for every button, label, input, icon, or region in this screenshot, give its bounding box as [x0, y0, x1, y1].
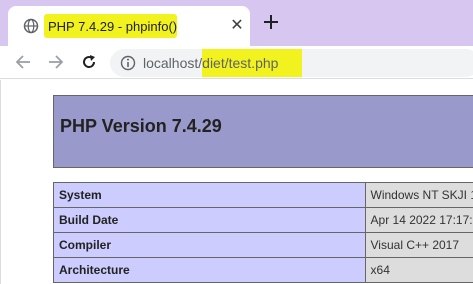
- row-label: Architecture: [53, 257, 366, 283]
- tab-title: PHP 7.4.29 - phpinfo(): [48, 19, 178, 34]
- close-icon[interactable]: ✕: [227, 16, 247, 36]
- url-path: diet/test.php: [202, 55, 279, 71]
- tab-strip: PHP 7.4.29 - phpinfo() ✕: [0, 0, 473, 46]
- url-host: localhost/: [143, 55, 203, 71]
- back-arrow-icon[interactable]: [14, 53, 32, 71]
- forward-arrow-icon[interactable]: [47, 53, 65, 71]
- row-label: System: [53, 182, 366, 208]
- table-row: System Windows NT SKJI 1: [53, 182, 473, 208]
- url-text: localhost/diet/test.php: [143, 55, 278, 71]
- address-bar[interactable]: localhost/diet/test.php: [110, 49, 473, 77]
- php-version-header: PHP Version 7.4.29: [53, 95, 473, 168]
- table-row: Compiler Visual C++ 2017: [53, 232, 473, 258]
- row-label: Build Date: [53, 207, 366, 233]
- new-tab-icon[interactable]: [262, 13, 280, 31]
- page-content: PHP Version 7.4.29 System Windows NT SKJ…: [0, 80, 473, 284]
- table-row: Architecture x64: [53, 257, 473, 283]
- row-label: Compiler: [53, 232, 366, 258]
- page-title: PHP Version 7.4.29: [60, 116, 222, 136]
- info-icon[interactable]: [120, 55, 136, 71]
- globe-icon: [23, 18, 39, 34]
- row-value: Windows NT SKJI 1: [364, 182, 473, 208]
- row-value: Visual C++ 2017: [364, 232, 473, 258]
- row-value: Apr 14 2022 17:17:: [364, 207, 473, 233]
- table-row: Build Date Apr 14 2022 17:17:: [53, 207, 473, 233]
- browser-tab[interactable]: PHP 7.4.29 - phpinfo() ✕: [8, 6, 250, 46]
- info-table: System Windows NT SKJI 1 Build Date Apr …: [53, 182, 473, 283]
- row-value: x64: [364, 257, 473, 283]
- reload-icon[interactable]: [80, 53, 98, 71]
- browser-toolbar: localhost/diet/test.php: [0, 46, 473, 79]
